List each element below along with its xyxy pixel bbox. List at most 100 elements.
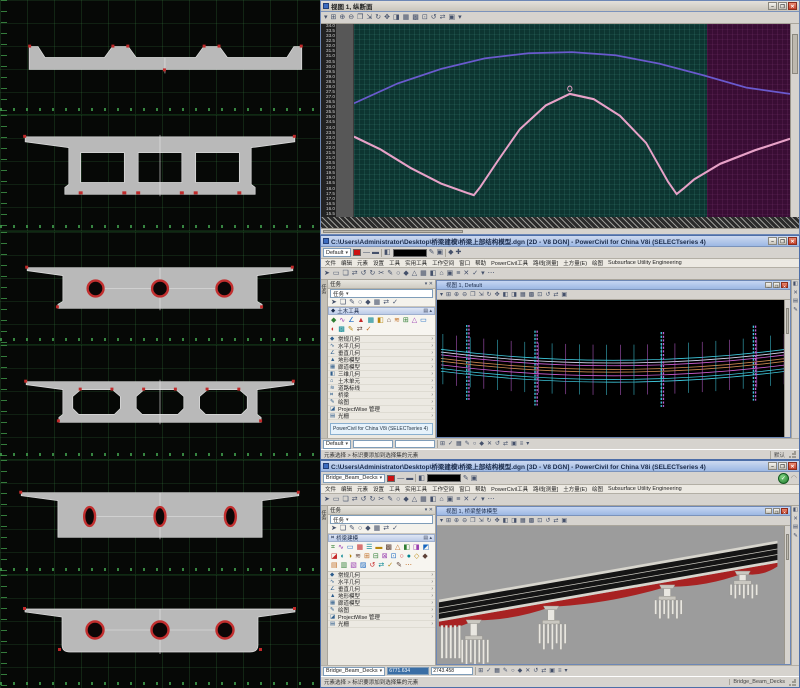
menu-item[interactable]: 设置 bbox=[373, 259, 384, 267]
close-button[interactable]: ✕ bbox=[788, 462, 797, 470]
active-level-dropdown[interactable]: Default▾ bbox=[323, 440, 351, 449]
render-mode-icon[interactable]: ▣ bbox=[561, 292, 567, 298]
geometry-builder-icon[interactable]: ◧ bbox=[377, 317, 384, 324]
place-approach-slab-icon[interactable]: ⊟ bbox=[373, 553, 379, 560]
cross-section-panel-box-girder[interactable] bbox=[0, 115, 320, 232]
coordinate-field-x[interactable] bbox=[353, 440, 393, 448]
markup-pane-icon[interactable]: ✎ bbox=[793, 534, 798, 540]
span-arrangement-icon[interactable]: ○ bbox=[399, 553, 403, 560]
cross-section-panel-slab-round-voids[interactable] bbox=[0, 575, 320, 688]
viewport-restore-button[interactable]: ❐ bbox=[773, 508, 780, 514]
undo-icon[interactable]: ↺ bbox=[361, 270, 367, 277]
minimize-button[interactable]: – bbox=[768, 2, 777, 10]
bridge-annotation-icon[interactable]: ✎ bbox=[396, 562, 402, 569]
task-category-row[interactable]: ▤ 光栅 › bbox=[328, 621, 435, 628]
element-selection-icon[interactable]: ➤ bbox=[331, 299, 337, 306]
active-color-swatch[interactable] bbox=[387, 475, 395, 482]
beam-template-icon[interactable]: ▩ bbox=[385, 544, 392, 551]
references-pane-icon[interactable]: ▤ bbox=[793, 525, 798, 531]
redo-icon[interactable]: ↻ bbox=[370, 270, 376, 277]
viewport-titlebar[interactable]: 视图 1, Default – ❐ ✕ bbox=[437, 281, 790, 290]
snap-origin-icon[interactable]: ↺ bbox=[495, 441, 500, 447]
fit-view-icon[interactable]: ⇲ bbox=[366, 14, 372, 21]
place-rebar-icon[interactable]: ≋ bbox=[355, 553, 361, 560]
swap-view-icon[interactable]: ⇄ bbox=[440, 14, 446, 21]
menu-item[interactable]: 窗口 bbox=[459, 259, 470, 267]
swap-view-icon[interactable]: ⇄ bbox=[553, 292, 558, 298]
active-color-swatch[interactable] bbox=[353, 249, 361, 256]
copy-view-icon[interactable]: ▩ bbox=[412, 14, 419, 21]
rotate-view-icon[interactable]: ↻ bbox=[375, 14, 381, 21]
element-class-icon[interactable]: ✎ bbox=[429, 249, 435, 256]
tasks-dropdown[interactable]: 任务▾ bbox=[330, 289, 433, 298]
linear-template-icon[interactable]: ▭ bbox=[420, 317, 427, 324]
undo-view-icon[interactable]: ↺ bbox=[431, 14, 437, 21]
place-line-icon[interactable]: ✎ bbox=[387, 496, 393, 503]
more-view-tools-dropdown[interactable]: ▾ bbox=[458, 14, 462, 21]
window-area-icon[interactable]: ❐ bbox=[470, 518, 475, 524]
viewport-restore-button[interactable]: ❐ bbox=[773, 282, 780, 288]
pier-template-icon[interactable]: ◨ bbox=[413, 544, 420, 551]
coordinate-field-y[interactable]: 2743.458 bbox=[431, 667, 473, 675]
line-weight-icon[interactable]: ▬ bbox=[372, 249, 379, 256]
template-icon[interactable]: ▣ bbox=[436, 249, 443, 256]
delete-icon[interactable]: ✂ bbox=[378, 496, 384, 503]
key-point-icon[interactable]: ◆ bbox=[448, 249, 453, 256]
place-smartline-icon[interactable]: ✎ bbox=[349, 525, 355, 532]
menu-item[interactable]: 工作空间 bbox=[432, 259, 454, 267]
pattern-icon[interactable]: ▦ bbox=[374, 525, 381, 532]
menu-item[interactable]: Subsurface Utility Engineering bbox=[608, 486, 682, 492]
menu-item[interactable]: 文件 bbox=[325, 259, 336, 267]
wireframe-canvas[interactable] bbox=[437, 300, 790, 437]
menu-item[interactable]: 绘图 bbox=[592, 259, 603, 267]
cross-section-panel-voided-slab-ovals[interactable] bbox=[0, 460, 320, 575]
section-buttons[interactable]: ▤ ▴ bbox=[423, 535, 432, 541]
more-tools-icon[interactable]: ⋯ bbox=[488, 496, 495, 503]
models-icon[interactable]: ▣ bbox=[447, 496, 454, 503]
place-shape-icon[interactable]: ◆ bbox=[365, 525, 370, 532]
minimize-button[interactable]: – bbox=[768, 237, 777, 245]
raster-manager-icon[interactable]: ✕ bbox=[463, 270, 469, 277]
quantities-report-icon[interactable]: ◇ bbox=[414, 553, 419, 560]
move-icon[interactable]: ⇄ bbox=[352, 270, 358, 277]
clip-volume-icon[interactable]: ⊡ bbox=[537, 292, 542, 298]
scrollbar-thumb[interactable] bbox=[323, 230, 463, 233]
restore-button[interactable]: ❐ bbox=[778, 2, 787, 10]
geometry-report-icon[interactable]: ▦ bbox=[367, 317, 374, 324]
move-icon[interactable]: ⇄ bbox=[352, 496, 358, 503]
status-mode[interactable]: 默认 bbox=[770, 451, 785, 459]
tasks-dropdown[interactable]: 任务▾ bbox=[330, 515, 433, 524]
view-attributes-icon[interactable]: ⊞ bbox=[446, 518, 451, 524]
close-pane-icon[interactable]: ✕ bbox=[793, 291, 798, 297]
accudraw-icon[interactable]: ✓ bbox=[392, 299, 398, 306]
zoom-out-icon[interactable]: ⊖ bbox=[462, 292, 467, 298]
cross-section-panel-voided-slab-circles[interactable] bbox=[0, 232, 320, 345]
change-attributes-icon[interactable]: ◧ bbox=[430, 496, 437, 503]
substructure-report-icon[interactable]: ● bbox=[407, 553, 411, 560]
place-deck-icon[interactable]: ▭ bbox=[347, 544, 354, 551]
clip-volume-icon[interactable]: ⊡ bbox=[422, 14, 428, 21]
view-display-mode-dropdown[interactable]: ▾ bbox=[440, 518, 443, 524]
render-mode-icon[interactable]: ▣ bbox=[449, 14, 456, 21]
view-previous-icon[interactable]: ◧ bbox=[503, 292, 509, 298]
menu-item[interactable]: 帮助 bbox=[475, 485, 486, 493]
cells-icon[interactable]: ⌂ bbox=[439, 270, 443, 277]
civil-cell-icon[interactable]: ⌂ bbox=[387, 317, 391, 324]
bridge-settings-icon[interactable]: ✓ bbox=[387, 562, 393, 569]
axis-lock-icon[interactable]: ⇄ bbox=[503, 441, 508, 447]
elevation-view-icon[interactable]: ▨ bbox=[360, 562, 367, 569]
move-copy-icon[interactable]: ⇄ bbox=[383, 525, 389, 532]
vertical-scrollbar[interactable] bbox=[790, 24, 799, 217]
pattern-icon[interactable]: ▦ bbox=[374, 299, 381, 306]
delete-icon[interactable]: ✂ bbox=[378, 270, 384, 277]
viewport-titlebar[interactable]: 视图 1, 桥梁整体模型 – ❐ ✕ bbox=[437, 507, 790, 516]
locks-menu-icon[interactable]: ≡ bbox=[558, 668, 562, 674]
3d-cut-icon[interactable]: ✓ bbox=[366, 326, 372, 333]
active-level-box[interactable] bbox=[427, 474, 461, 482]
place-wingwall-icon[interactable]: ⊠ bbox=[382, 553, 388, 560]
viewport-close-button[interactable]: ✕ bbox=[781, 282, 788, 288]
pin-panel-icon[interactable]: ▾ bbox=[425, 507, 428, 513]
close-button[interactable]: ✕ bbox=[788, 237, 797, 245]
models-icon[interactable]: ▣ bbox=[447, 270, 454, 277]
place-shape-icon[interactable]: ◆ bbox=[365, 299, 370, 306]
